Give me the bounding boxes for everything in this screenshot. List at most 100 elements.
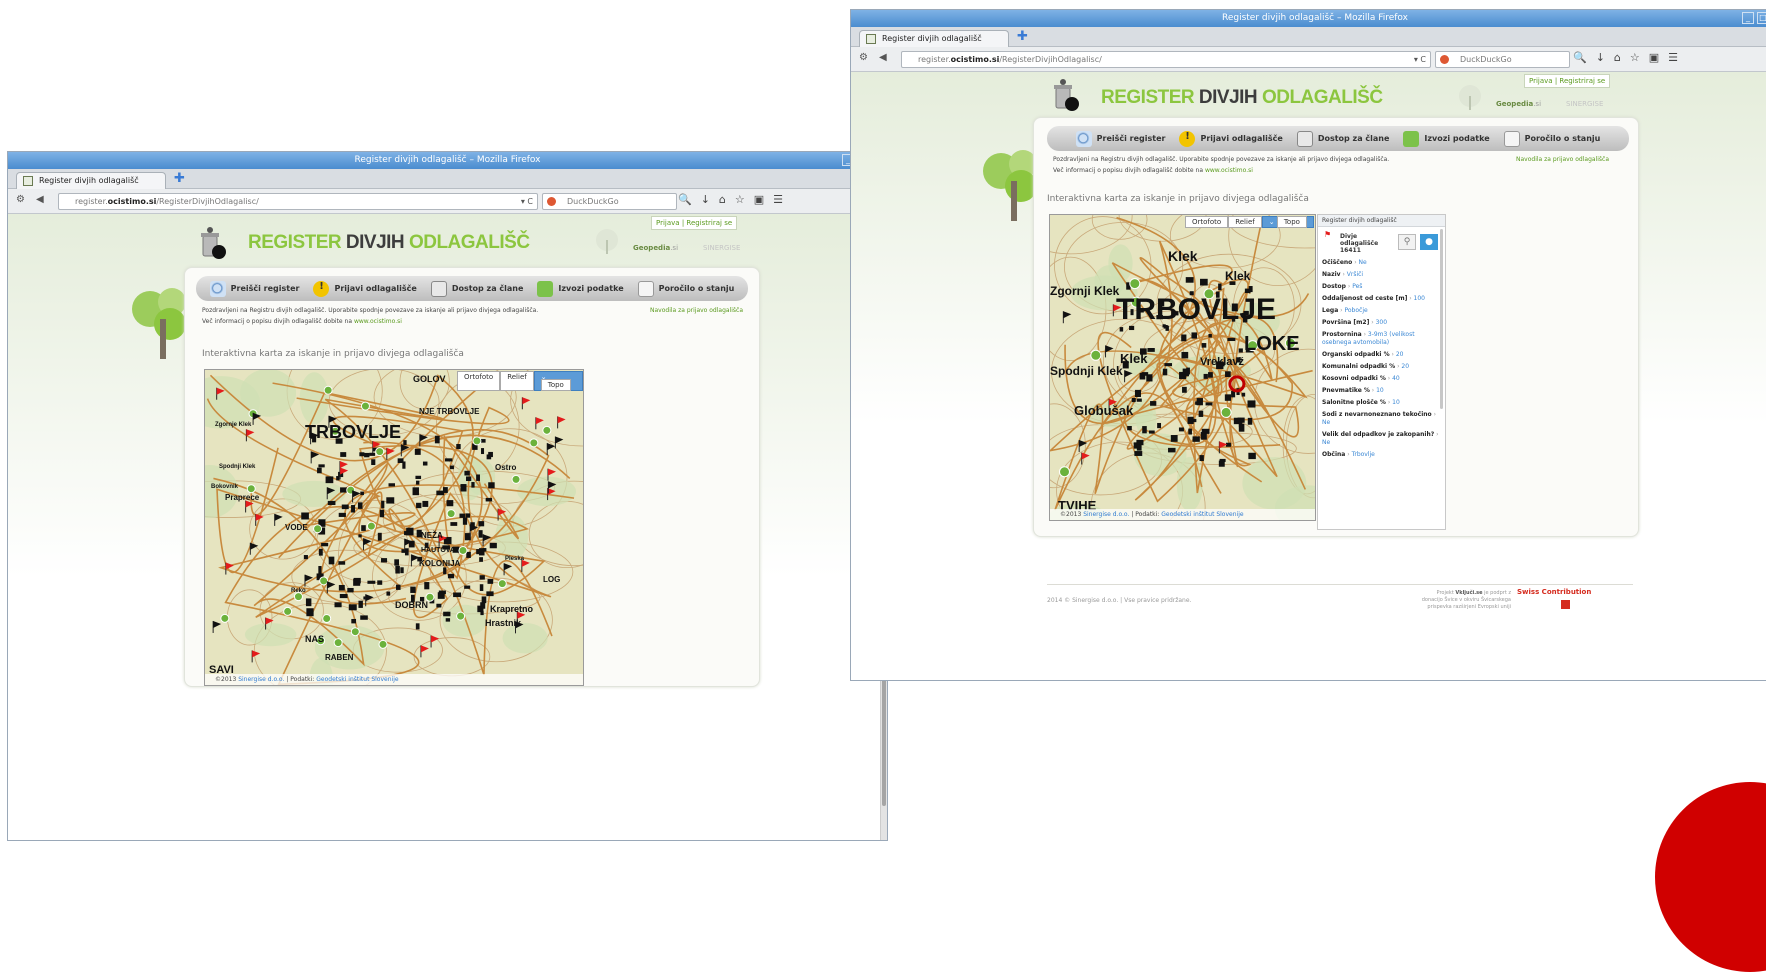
building-block <box>394 559 400 566</box>
swiss-contribution-logo[interactable]: Swiss Contribution <box>1517 588 1591 596</box>
building-block <box>1208 333 1212 338</box>
members-icon <box>430 280 447 297</box>
sinergise-link[interactable]: Sinergise d.o.o. <box>1083 511 1129 518</box>
menu-export-data[interactable]: Izvozi podatke <box>537 280 624 297</box>
forest-area <box>314 625 385 670</box>
menu-report-dump[interactable]: ! Prijavi odlagališče <box>1179 130 1283 147</box>
tree-marker-icon <box>1129 278 1141 290</box>
building-block <box>466 551 471 558</box>
browser-tab[interactable]: Register divjih odlagališč <box>859 30 1009 47</box>
topo-map[interactable]: TRBOVLJE GOLOV NJE TRBOVLJE Ostro Praprece VO… <box>204 369 584 686</box>
building-block <box>1238 348 1243 353</box>
map-canvas[interactable]: TRBOVLJE GOLOV NJE TRBOVLJE Ostro Praprece VO… <box>205 370 584 686</box>
building-block <box>318 566 322 574</box>
menu-members-access[interactable]: Dostop za člane <box>1296 130 1389 147</box>
forest-area <box>282 480 346 508</box>
building-block <box>327 500 336 506</box>
menu-search-register[interactable]: Preišči register <box>209 280 299 297</box>
layer-ortofoto[interactable]: Ortofoto <box>457 371 501 391</box>
building-block <box>488 482 495 489</box>
sinergise-logo[interactable]: SINERGISE <box>703 244 740 252</box>
zoom-icon[interactable]: ⚲ <box>1398 234 1416 250</box>
menu-status-report[interactable]: Poročilo o stanju <box>1503 130 1600 147</box>
maximize-icon[interactable]: □ <box>1757 12 1766 24</box>
building-block <box>360 615 368 620</box>
building-block <box>465 513 471 518</box>
browser-tab[interactable]: Register divjih odlagališč <box>16 172 166 189</box>
tab-title: Register divjih odlagališč <box>882 34 982 43</box>
building-block <box>377 580 383 585</box>
map-canvas[interactable]: TRBOVLJE LOKE Klek Klek Zgornji Klek Spodnji … <box>1050 215 1316 521</box>
url-bar[interactable]: register.ocistimo.si/RegisterDivjihOdlag… <box>901 51 1431 68</box>
identity-icon[interactable]: ⚙ <box>16 194 25 205</box>
gis-link[interactable]: Geodetski inštitut Slovenije <box>316 676 398 683</box>
geopedia-logo[interactable]: Geopedia <box>633 244 670 252</box>
building-block <box>1181 334 1187 342</box>
search-bar[interactable]: DuckDuckGo <box>1435 51 1570 68</box>
login-link[interactable]: Prijava | Registriraj se <box>1524 74 1611 88</box>
reload-icon[interactable]: ▾ C <box>521 194 533 209</box>
layer-ortofoto[interactable]: Ortofoto <box>1185 216 1229 228</box>
window-titlebar[interactable]: Register divjih odlagališč – Mozilla Fir… <box>851 10 1766 27</box>
building-block <box>478 521 485 527</box>
topo-map[interactable]: TRBOVLJE LOKE Klek Klek Zgornji Klek Spodnji … <box>1049 214 1316 521</box>
map-place-label: Krapretno <box>490 604 534 614</box>
guide-link[interactable]: Navodila za prijavo odlagališča <box>650 307 743 314</box>
minimize-icon[interactable]: _ <box>1742 12 1754 24</box>
menu-report-dump[interactable]: ! Prijavi odlagališče <box>313 280 417 297</box>
layer-relief[interactable]: Relief <box>500 371 534 391</box>
url-bar[interactable]: register.ocistimo.si/RegisterDivjihOdlag… <box>58 193 538 210</box>
sinergise-link[interactable]: Sinergise d.o.o. <box>238 676 284 683</box>
search-bar[interactable]: DuckDuckGo <box>542 193 677 210</box>
field-separator: › <box>1434 431 1439 438</box>
item-name: Divje odlagališče <box>1340 233 1379 247</box>
back-icon[interactable]: ◀ <box>36 194 44 205</box>
map-place-label: NEŽA <box>421 531 443 540</box>
ocistimo-link[interactable]: www.ocistimo.si <box>1205 167 1253 174</box>
building-block <box>1188 428 1192 435</box>
search-icon <box>209 280 226 297</box>
tree-marker-icon <box>319 576 329 586</box>
identity-icon[interactable]: ⚙ <box>859 52 868 63</box>
new-tab-icon[interactable]: ✚ <box>174 171 185 186</box>
building-block <box>377 532 382 541</box>
site-logo[interactable]: REGISTER DIVJIH ODLAGALIŠČ <box>1101 87 1383 109</box>
building-block <box>1187 416 1194 424</box>
login-link[interactable]: Prijava | Registriraj se <box>651 216 738 230</box>
new-tab-icon[interactable]: ✚ <box>1017 29 1028 44</box>
tree-marker-icon <box>283 606 293 616</box>
reload-icon[interactable]: ▾ C <box>1414 52 1426 67</box>
map-place-label: Reko <box>291 588 306 594</box>
field-value: 300 <box>1375 319 1388 326</box>
gis-link[interactable]: Geodetski inštitut Slovenije <box>1161 511 1243 518</box>
layer-topo[interactable]: ⌄ Topo <box>1261 216 1314 228</box>
geopedia-logo[interactable]: Geopedia <box>1496 100 1533 108</box>
building-block <box>402 461 406 469</box>
field-list: Očiščeno › Ne Naziv › Vršiči Dostop › Peš O… <box>1318 257 1445 461</box>
location-pin-icon[interactable]: ● <box>1420 234 1438 250</box>
map-place-label: TRBOVLJE <box>1116 293 1276 326</box>
guide-link[interactable]: Navodila za prijavo odlagališča <box>1516 156 1609 163</box>
sinergise-logo[interactable]: SINERGISE <box>1566 100 1603 108</box>
toolbar-icons[interactable]: 🔍↓⌂☆▣☰ <box>678 193 792 206</box>
project-note: Projekt Vključi.se je podprt z donacijo … <box>1421 590 1511 610</box>
building-block <box>1182 368 1190 375</box>
window-titlebar[interactable]: Register divjih odlagališč – Mozilla Fir… <box>8 152 887 169</box>
search-placeholder: DuckDuckGo <box>1460 55 1512 64</box>
building-block <box>1136 439 1144 446</box>
menu-export-data[interactable]: Izvozi podatke <box>1403 130 1490 147</box>
map-place-label: Hrastnik <box>485 618 522 628</box>
layer-topo[interactable]: ⌄ Topo <box>533 371 583 391</box>
tree-marker-icon <box>1059 466 1071 478</box>
site-logo[interactable]: REGISTER DIVJIH ODLAGALIŠČ <box>248 232 530 254</box>
toolbar-icons[interactable]: 🔍↓⌂☆▣☰ <box>1573 51 1687 64</box>
back-icon[interactable]: ◀ <box>879 52 887 63</box>
panel-scrollbar[interactable] <box>1440 229 1443 409</box>
menu-search-register[interactable]: Preišči register <box>1075 130 1165 147</box>
menu-status-report[interactable]: Poročilo o stanju <box>637 280 734 297</box>
ocistimo-link[interactable]: www.ocistimo.si <box>354 318 402 325</box>
building-block <box>305 598 312 607</box>
building-block <box>479 557 483 562</box>
layer-relief[interactable]: Relief <box>1228 216 1262 228</box>
menu-members-access[interactable]: Dostop za člane <box>430 280 523 297</box>
